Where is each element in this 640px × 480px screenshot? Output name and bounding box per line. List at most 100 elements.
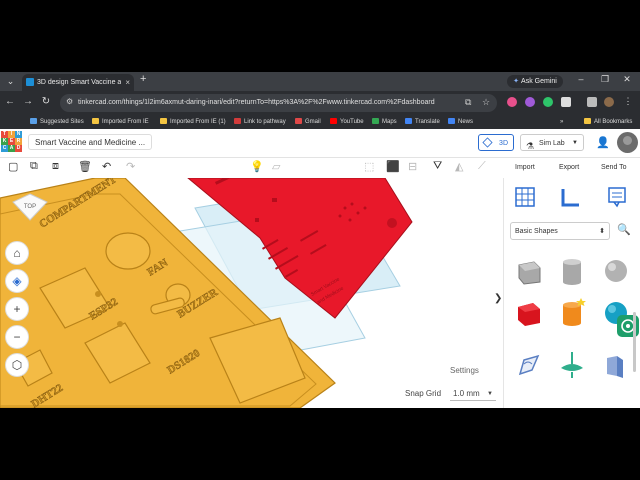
shape-cylinder-striped[interactable] bbox=[557, 256, 587, 286]
bookmark-label: Suggested Sites bbox=[40, 119, 84, 125]
bookmark-label: Gmail bbox=[305, 119, 321, 125]
reload-icon[interactable]: ↻ bbox=[40, 96, 52, 107]
folder-icon bbox=[92, 118, 99, 124]
url-input[interactable]: ⚙ tinkercad.com/things/1l2im6axmut-darin… bbox=[60, 94, 497, 112]
link-icon bbox=[234, 118, 241, 124]
delete-icon[interactable]: 🗑 bbox=[78, 160, 92, 173]
minimize-icon[interactable]: – bbox=[574, 74, 588, 84]
gemini-assistant-icon[interactable] bbox=[616, 314, 640, 338]
duplicate-icon[interactable]: ⧈ bbox=[52, 160, 59, 173]
send-to-button[interactable]: Send To bbox=[601, 158, 627, 178]
add-user-icon[interactable]: 👤 bbox=[596, 136, 610, 149]
shape-box[interactable] bbox=[514, 298, 544, 328]
tinkercad-logo[interactable]: T I N K E R C A D bbox=[1, 131, 23, 153]
export-button[interactable]: Export bbox=[559, 158, 579, 178]
restore-icon[interactable]: ❐ bbox=[598, 74, 612, 85]
mirror-icon[interactable]: ⛛ bbox=[433, 160, 442, 173]
fit-view-icon[interactable]: ◈ bbox=[5, 269, 29, 293]
all-bookmarks-button[interactable]: All Bookmarks bbox=[584, 115, 632, 129]
all-bookmarks-label: All Bookmarks bbox=[594, 119, 633, 125]
tab-search-icon[interactable]: ⌄ bbox=[4, 75, 17, 88]
profile-avatar[interactable] bbox=[604, 97, 614, 107]
bookmark-icon bbox=[30, 118, 37, 124]
shape-category-select[interactable]: Basic Shapes ⬍ bbox=[510, 222, 610, 240]
media-icon[interactable] bbox=[587, 97, 597, 107]
browser-tab[interactable]: 3D design Smart Vaccine and M × bbox=[22, 74, 134, 91]
shape-scribble[interactable] bbox=[514, 350, 544, 380]
workplane-canvas[interactable]: Smart Vaccine and Medicine COMPARTMENT F… bbox=[0, 178, 503, 408]
bookmarks-overflow-button[interactable]: » bbox=[560, 115, 563, 129]
align-icon[interactable]: ⊟ bbox=[408, 160, 417, 173]
tinkercad-favicon-icon bbox=[26, 78, 34, 86]
group-icon[interactable]: ⬚ bbox=[364, 160, 374, 173]
bookmarks-bar: Suggested Sites Imported From IE Importe… bbox=[0, 115, 640, 130]
screw-hole bbox=[95, 291, 101, 297]
bookmark-item[interactable]: Gmail bbox=[295, 115, 321, 129]
logo-letter: C bbox=[1, 145, 8, 152]
news-icon bbox=[448, 118, 455, 124]
view-cube[interactable]: TOP bbox=[11, 192, 49, 222]
note-icon[interactable]: ▱ bbox=[272, 160, 280, 173]
ruler-icon[interactable]: ⟋ bbox=[478, 160, 486, 173]
panel-scrollbar[interactable] bbox=[633, 312, 636, 372]
zoom-out-icon[interactable]: − bbox=[5, 325, 29, 349]
logo-letter: A bbox=[8, 145, 15, 152]
back-icon[interactable]: ← bbox=[4, 96, 16, 107]
bookmark-star-icon[interactable]: ☆ bbox=[482, 97, 490, 108]
ruler-icon[interactable] bbox=[560, 186, 582, 208]
collapse-panel-icon[interactable]: ❯ bbox=[494, 293, 502, 304]
extension-icon[interactable] bbox=[543, 97, 553, 107]
snap-grid-select[interactable]: 1.0 mm ▼ bbox=[450, 387, 496, 401]
logo-letter: R bbox=[15, 138, 22, 145]
perspective-icon[interactable]: ⬡ bbox=[5, 353, 29, 377]
snap-grid-value: 1.0 mm bbox=[453, 389, 480, 398]
new-tab-button[interactable]: + bbox=[140, 73, 146, 85]
home-view-icon[interactable]: ⌂ bbox=[5, 241, 29, 265]
chevron-down-icon: ▼ bbox=[487, 391, 493, 397]
browser-menu-icon[interactable]: ⋮ bbox=[622, 96, 634, 107]
extension-icon[interactable] bbox=[525, 97, 535, 107]
zoom-in-icon[interactable]: + bbox=[5, 297, 29, 321]
view-3d-button[interactable]: 3D bbox=[478, 134, 514, 151]
install-app-icon[interactable]: ⧉ bbox=[465, 97, 471, 108]
forward-icon[interactable]: → bbox=[22, 96, 34, 107]
ask-gemini-button[interactable]: ✦ Ask Gemini bbox=[507, 75, 563, 88]
notes-icon[interactable] bbox=[606, 186, 628, 208]
undo-icon[interactable]: ↶ bbox=[102, 160, 111, 173]
bookmark-item[interactable]: News bbox=[448, 115, 473, 129]
ask-gemini-label: Ask Gemini bbox=[521, 78, 557, 85]
bookmark-item[interactable]: YouTube bbox=[330, 115, 364, 129]
extension-icon[interactable] bbox=[507, 97, 517, 107]
design-title-field[interactable]: Smart Vaccine and Medicine ... bbox=[28, 134, 152, 150]
shape-cylinder[interactable] bbox=[557, 298, 587, 328]
paste-icon[interactable]: ⧉ bbox=[30, 160, 38, 173]
shape-roof[interactable] bbox=[557, 350, 587, 380]
simlab-dropdown[interactable]: ⚗ Sim Lab ▼ bbox=[520, 134, 584, 151]
workplane-grid-icon[interactable] bbox=[514, 186, 536, 208]
cruise-icon[interactable]: ◭ bbox=[455, 160, 463, 173]
search-icon[interactable]: 🔍 bbox=[617, 223, 631, 236]
new-shape-icon[interactable]: ▢ bbox=[8, 160, 18, 173]
extensions-puzzle-icon[interactable] bbox=[561, 97, 571, 107]
site-info-icon[interactable]: ⚙ bbox=[66, 97, 73, 106]
shape-box-striped[interactable] bbox=[514, 256, 544, 286]
avatar[interactable] bbox=[617, 132, 638, 153]
bookmark-item[interactable]: Link to pathway bbox=[234, 115, 286, 129]
bookmark-item[interactable]: Maps bbox=[372, 115, 397, 129]
bookmark-item[interactable]: Translate bbox=[405, 115, 440, 129]
tab-title: 3D design Smart Vaccine and M bbox=[37, 79, 121, 86]
import-button[interactable]: Import bbox=[515, 158, 535, 178]
view-3d-label: 3D bbox=[499, 140, 508, 147]
shape-sphere-striped[interactable] bbox=[601, 256, 631, 286]
shape-text[interactable] bbox=[601, 350, 631, 380]
app-header: T I N K E R C A D Smart Vaccine and Medi… bbox=[0, 129, 640, 158]
ungroup-icon[interactable]: ⬛ bbox=[386, 160, 400, 173]
bookmark-item[interactable]: Suggested Sites bbox=[30, 115, 84, 129]
close-window-icon[interactable]: ✕ bbox=[620, 74, 634, 85]
settings-button[interactable]: Settings bbox=[450, 366, 479, 375]
bookmark-item[interactable]: Imported From IE bbox=[92, 115, 149, 129]
tab-close-icon[interactable]: × bbox=[125, 74, 130, 91]
light-bulb-icon[interactable]: 💡 bbox=[250, 160, 264, 173]
redo-icon[interactable]: ↷ bbox=[126, 160, 135, 173]
bookmark-item[interactable]: Imported From IE (1) bbox=[160, 115, 226, 129]
